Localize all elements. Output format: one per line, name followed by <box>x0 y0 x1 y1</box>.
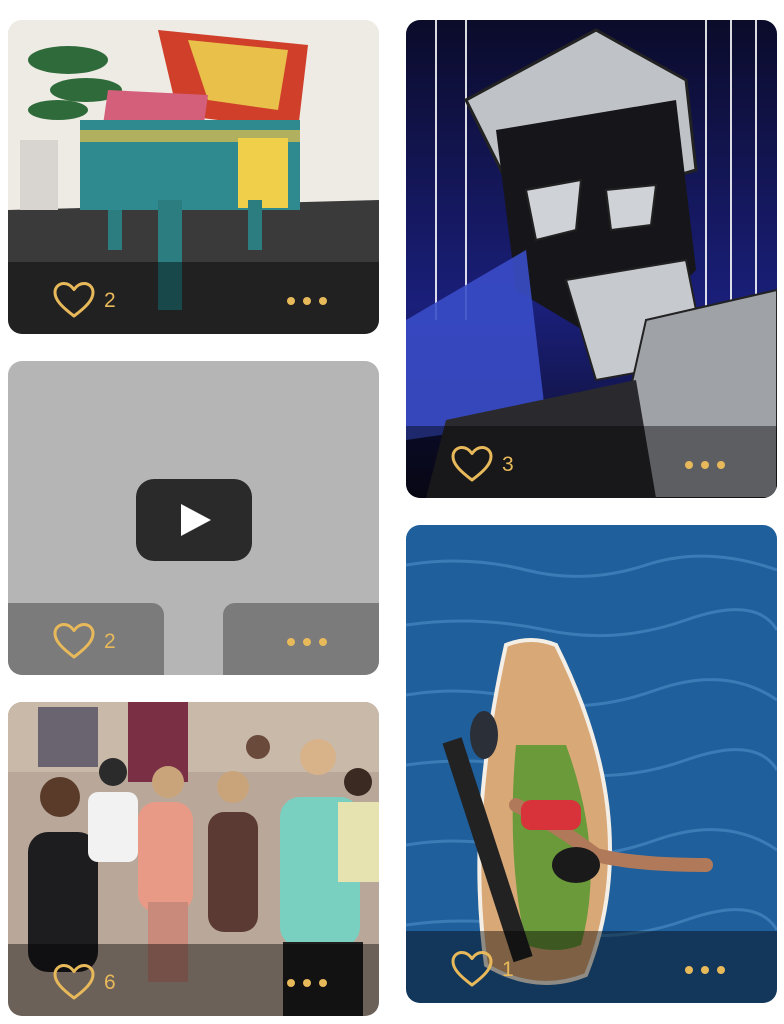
dot <box>685 461 693 469</box>
dot <box>717 461 725 469</box>
like-count: 2 <box>104 288 116 312</box>
like-control[interactable]: 1 <box>450 945 514 993</box>
more-options-button[interactable] <box>287 972 327 994</box>
dot <box>717 966 725 974</box>
like-control[interactable]: 6 <box>52 958 116 1006</box>
post-card-portrait[interactable]: 3 <box>406 20 777 498</box>
like-count: 3 <box>502 452 514 476</box>
post-card-piano[interactable]: 2 <box>8 20 379 334</box>
like-count: 1 <box>502 957 514 981</box>
dot <box>287 638 295 646</box>
heart-icon[interactable] <box>52 281 96 319</box>
like-control[interactable]: 2 <box>52 617 116 665</box>
post-card-paddleboard[interactable]: 1 <box>406 525 777 1003</box>
heart-icon[interactable] <box>450 950 494 988</box>
dot <box>287 979 295 987</box>
dot <box>303 979 311 987</box>
heart-icon[interactable] <box>450 445 494 483</box>
like-control[interactable]: 3 <box>450 440 514 488</box>
more-options-button[interactable] <box>685 454 725 476</box>
heart-icon[interactable] <box>52 622 96 660</box>
dot <box>319 638 327 646</box>
more-options-button[interactable] <box>685 959 725 981</box>
like-count: 2 <box>104 629 116 653</box>
dot <box>319 979 327 987</box>
heart-icon[interactable] <box>52 963 96 1001</box>
more-options-button[interactable] <box>287 290 327 312</box>
dot <box>701 966 709 974</box>
dot <box>319 297 327 305</box>
dot <box>701 461 709 469</box>
more-options-button[interactable] <box>287 631 327 653</box>
video-play-icon[interactable] <box>136 479 252 561</box>
like-control[interactable]: 2 <box>52 276 116 324</box>
dot <box>287 297 295 305</box>
play-triangle <box>181 504 211 536</box>
like-count: 6 <box>104 970 116 994</box>
dot <box>303 297 311 305</box>
dot <box>685 966 693 974</box>
dot <box>303 638 311 646</box>
post-card-video[interactable]: 2 <box>8 361 379 675</box>
post-card-yoga[interactable]: 6 <box>8 702 379 1016</box>
